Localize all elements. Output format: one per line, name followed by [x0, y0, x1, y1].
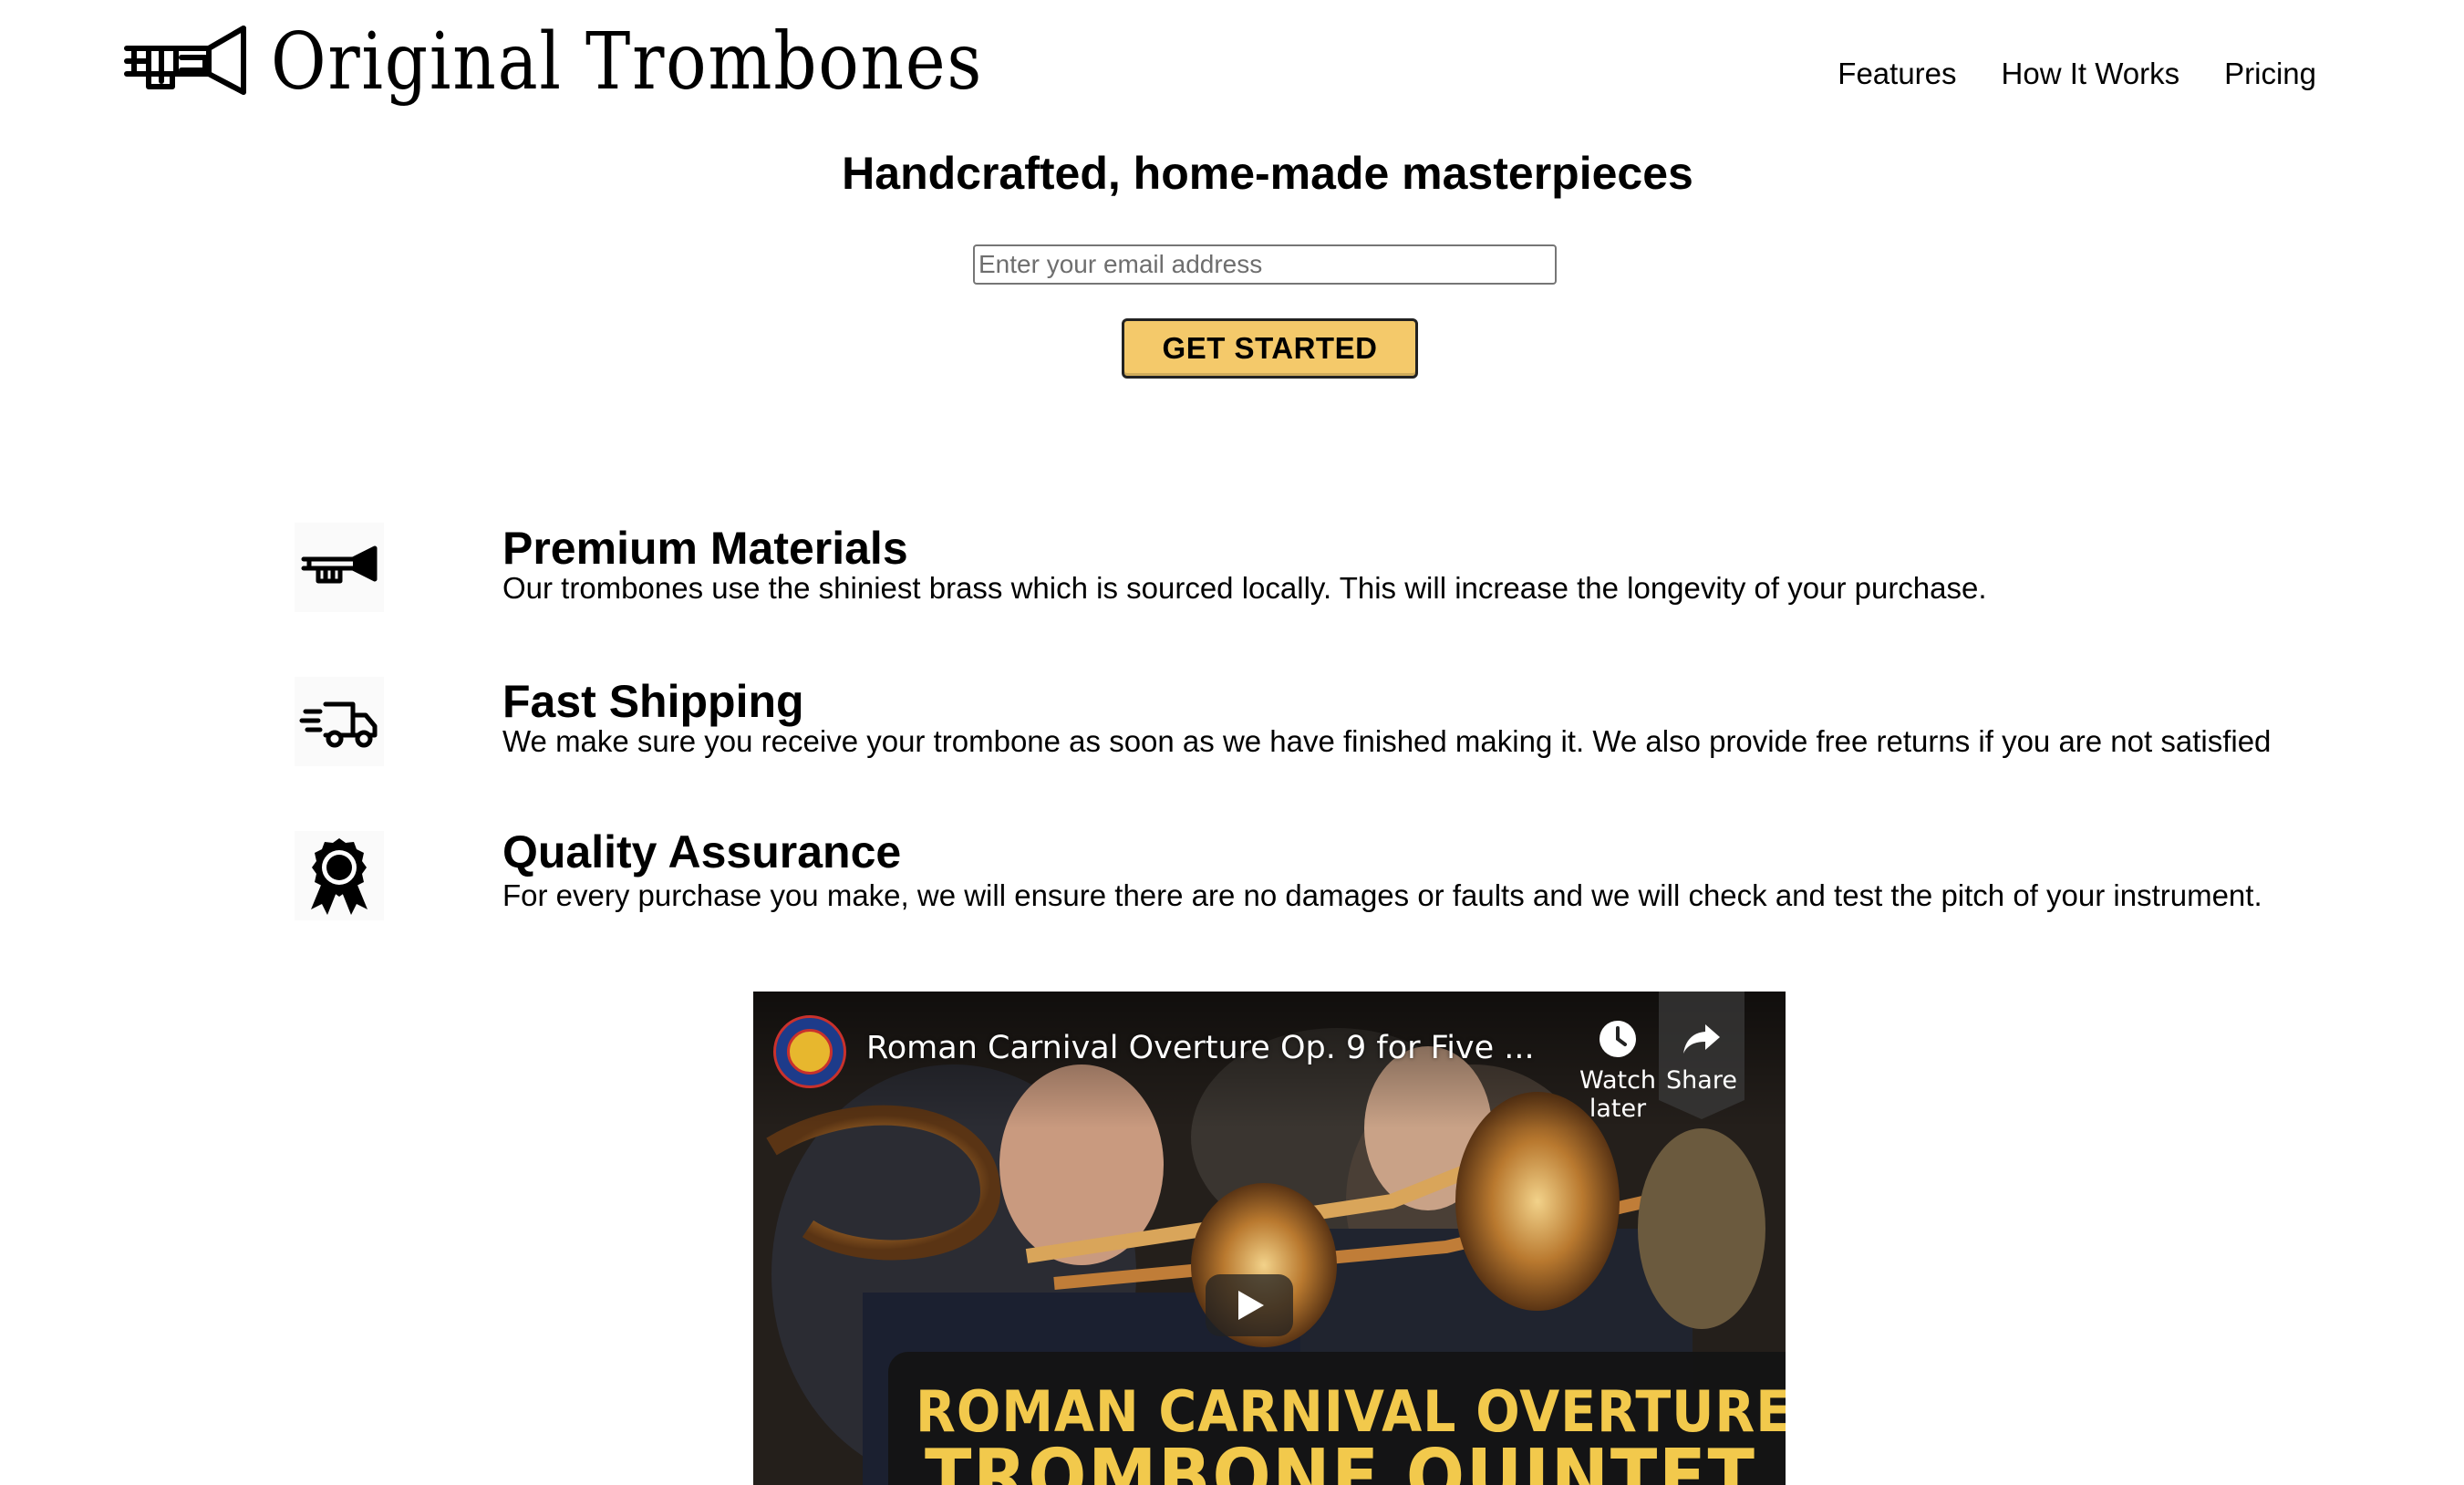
play-icon	[1238, 1291, 1264, 1320]
get-started-button[interactable]: GET STARTED	[1122, 318, 1418, 379]
clock-icon	[1600, 1021, 1636, 1057]
feature-title: Fast Shipping	[502, 676, 804, 727]
trombone-logo-icon	[124, 26, 246, 95]
truck-icon	[295, 677, 384, 766]
main-nav: Features How It Works Pricing	[1838, 47, 2316, 100]
award-ribbon-icon	[295, 831, 384, 920]
video-title[interactable]: Roman Carnival Overture Op. 9 for Five .…	[866, 1030, 1535, 1066]
channel-emblem-icon	[787, 1029, 833, 1075]
trumpet-icon	[295, 523, 384, 612]
brand-name: Original Trombones	[271, 16, 984, 108]
nav-link-how-it-works[interactable]: How It Works	[2002, 47, 2180, 100]
channel-avatar[interactable]	[773, 1015, 846, 1088]
play-button[interactable]	[1206, 1274, 1293, 1336]
nav-link-pricing[interactable]: Pricing	[2224, 47, 2316, 100]
feature-title: Quality Assurance	[502, 826, 902, 878]
share-arrow-icon	[1683, 1024, 1720, 1054]
email-input[interactable]	[973, 244, 1557, 285]
brand-logo[interactable]: Original Trombones	[121, 16, 1099, 108]
thumbnail-banner: ROMAN CARNIVAL OVERTURE TROMBONE QUINTET	[888, 1352, 1786, 1485]
feature-description: For every purchase you make, we will ens…	[502, 878, 2262, 912]
site-header: Original Trombones Features How It Works…	[0, 0, 2464, 119]
feature-description: Our trombones use the shiniest brass whi…	[502, 571, 1987, 605]
thumbnail-title-line-2: TROMBONE QUINTET	[925, 1434, 1756, 1485]
feature-title: Premium Materials	[502, 523, 908, 574]
nav-link-features[interactable]: Features	[1838, 47, 1956, 100]
landing-page: Original Trombones Features How It Works…	[0, 0, 2464, 1485]
embedded-video[interactable]: Roman Carnival Overture Op. 9 for Five .…	[753, 992, 1786, 1485]
share-button[interactable]: Share	[1638, 1010, 1765, 1095]
feature-description: We make sure you receive your trombone a…	[502, 724, 2272, 758]
share-label: Share	[1666, 1066, 1737, 1095]
hero-title: Handcrafted, home-made masterpieces	[842, 148, 1693, 199]
